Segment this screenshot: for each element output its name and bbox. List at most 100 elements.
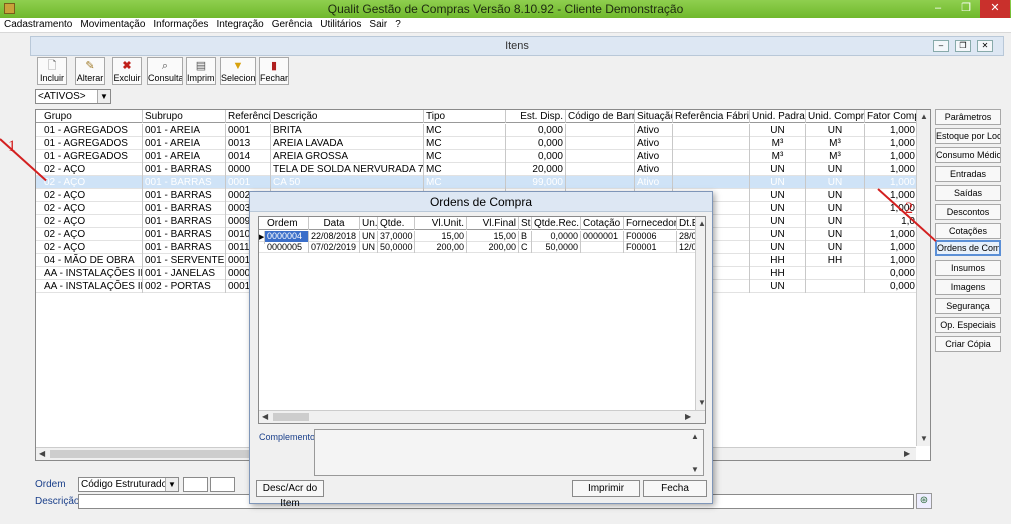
alterar-button[interactable]: ✎ Alterar — [75, 57, 105, 85]
status-filter-select[interactable]: <ATIVOS> ▼ — [35, 89, 111, 104]
menu-informacoes[interactable]: Informações — [149, 18, 212, 32]
col-ordem[interactable]: Ordem — [265, 217, 309, 230]
side-button-estoque-por-local[interactable]: Estoque por Local — [935, 128, 1001, 144]
menu-utilitarios[interactable]: Utilitários — [316, 18, 365, 32]
dialog-horizontal-scrollbar[interactable]: ◀ ▶ — [259, 410, 705, 423]
consultar-button[interactable]: ⌕Consultar — [147, 57, 183, 85]
ordem-select[interactable]: Código Estruturado ▼ — [78, 477, 179, 492]
seleciona-button[interactable]: ▼Seleciona — [220, 57, 256, 85]
col-unid-compra[interactable]: Unid. Compra — [806, 110, 865, 123]
close-button[interactable]: ✕ — [980, 0, 1010, 18]
inner-minimize-button[interactable]: – — [933, 40, 949, 52]
table-row[interactable]: 02 - AÇO 001 - BARRAS 0000 TELA DE SOLDA NE… — [36, 163, 918, 176]
col-st[interactable]: St. — [519, 217, 532, 230]
table-cell: 001 - BARRAS — [143, 241, 226, 254]
side-button-criar-copia[interactable]: Criar Cópia — [935, 336, 1001, 352]
table-cell: UN — [750, 215, 806, 228]
minimize-button[interactable]: – — [924, 0, 952, 18]
table-cell: M³ — [750, 150, 806, 163]
binoculars-icon[interactable]: ⊛ — [916, 493, 932, 509]
menu-movimentacao[interactable]: Movimentação — [76, 18, 149, 32]
col-grupo[interactable]: Grupo — [42, 110, 143, 123]
dialog-close-button[interactable]: Fecha — [643, 480, 707, 497]
menu-gerencia[interactable]: Gerência — [268, 18, 317, 32]
ordem-extra-field-2[interactable] — [210, 477, 235, 492]
table-cell: UN — [750, 124, 806, 137]
side-button-entradas[interactable]: Entradas — [935, 166, 1001, 182]
side-button-saidas[interactable]: Saídas — [935, 185, 1001, 201]
table-cell — [566, 163, 635, 176]
ordem-extra-field-1[interactable] — [183, 477, 208, 492]
inner-restore-button[interactable]: ❐ — [955, 40, 971, 52]
order-row[interactable]: 0000005 07/02/2019 UN 50,0000 200,00 200,00 C 5… — [259, 242, 699, 253]
table-cell: M³ — [750, 137, 806, 150]
menu-help[interactable]: ? — [391, 18, 405, 32]
col-fator-compra[interactable]: Fator Compra — [865, 110, 918, 123]
imprimir-button[interactable]: ▤Imprimir — [186, 57, 216, 85]
menu-integracao[interactable]: Integração — [212, 18, 267, 32]
table-cell — [673, 163, 750, 176]
scroll-thumb[interactable] — [50, 450, 250, 458]
col-qtde[interactable]: Qtde. — [378, 217, 415, 230]
excluir-button[interactable]: ✖ Excluir — [112, 57, 142, 85]
incluir-button[interactable]: 🗋 Incluir — [37, 57, 67, 85]
col-fornecedor[interactable]: Fornecedor — [624, 217, 677, 230]
table-cell: UN — [806, 176, 865, 189]
table-row[interactable]: 02 - AÇO 001 - BARRAS 0001 CA 50 MC 99,000 Ati… — [36, 176, 918, 189]
side-button-parametros[interactable]: Parâmetros — [935, 109, 1001, 125]
col-data[interactable]: Data — [309, 217, 360, 230]
side-button-op-especiais[interactable]: Op. Especiais — [935, 317, 1001, 333]
table-row[interactable]: 01 - AGREGADOS 001 - AREIA 0014 AREIA GROSS… — [36, 150, 918, 163]
order-row[interactable]: ▶ 0000004 22/08/2018 UN 37,0000 15,00 15,00 B 0,… — [259, 231, 699, 244]
side-button-insumos[interactable]: Insumos — [935, 260, 1001, 276]
table-cell — [566, 176, 635, 189]
table-cell: 99,000 — [506, 176, 566, 189]
dialog-vertical-scrollbar[interactable]: ▲ ▼ — [695, 217, 706, 410]
col-referencia[interactable]: Referência — [226, 110, 271, 123]
col-vl-final[interactable]: Vl.Final — [467, 217, 519, 230]
col-subgrupo[interactable]: Subrupo — [143, 110, 226, 123]
col-descricao[interactable]: Descrição — [271, 110, 424, 123]
scroll-up-icon: ▲ — [698, 219, 706, 228]
complemento-textarea[interactable]: ▲ ▼ — [314, 429, 704, 476]
side-button-consumo-medio[interactable]: Consumo Médio — [935, 147, 1001, 163]
side-button-descontos[interactable]: Descontos — [935, 204, 1001, 220]
table-cell: 002 - PORTAS — [143, 280, 226, 293]
side-button-ordens-de-compra[interactable]: Ordens de Compra — [935, 240, 1001, 256]
purchase-orders-grid[interactable]: Ordem Data Un. Qtde. Vl.Unit. Vl.Final S… — [258, 216, 706, 424]
col-codigo-barra[interactable]: Código de Barra — [566, 110, 635, 123]
col-cotacao[interactable]: Cotação — [581, 217, 624, 230]
table-cell: UN — [806, 163, 865, 176]
dialog-scroll-thumb[interactable] — [273, 413, 309, 421]
table-cell: 001 - BARRAS — [143, 189, 226, 202]
table-cell: 01 - AGREGADOS — [42, 124, 143, 137]
col-unid-padrao[interactable]: Unid. Padrao — [750, 110, 806, 123]
fechar-button[interactable]: ▮ Fechar — [259, 57, 289, 85]
table-row[interactable]: 01 - AGREGADOS 001 - AREIA 0001 BRITA MC 0,00… — [36, 124, 918, 137]
side-button-imagens[interactable]: Imagens — [935, 279, 1001, 295]
table-cell: 1,000 — [865, 150, 918, 163]
grid-vertical-scrollbar[interactable]: ▲ ▼ — [916, 110, 930, 446]
dialog-print-button[interactable]: Imprimir — [572, 480, 640, 497]
inner-close-button[interactable]: ✕ — [977, 40, 993, 52]
table-row[interactable]: 01 - AGREGADOS 001 - AREIA 0013 AREIA LAVAD… — [36, 137, 918, 150]
col-situacao[interactable]: Situação — [635, 110, 673, 123]
col-tipo[interactable]: Tipo — [424, 110, 506, 123]
order-cell: B — [519, 231, 532, 242]
table-cell: 1,000 — [865, 163, 918, 176]
table-cell: HH — [750, 254, 806, 267]
scroll-right-icon: ▶ — [685, 412, 692, 421]
desc-acr-item-button[interactable]: Desc/Acr do Item — [256, 480, 324, 509]
col-vl-unit[interactable]: Vl.Unit. — [415, 217, 467, 230]
side-button-seguranca[interactable]: Segurança — [935, 298, 1001, 314]
col-est-disp[interactable]: Est. Disp. — [506, 110, 566, 123]
col-qtde-rec[interactable]: Qtde.Rec. — [532, 217, 581, 230]
side-button-cotacoes[interactable]: Cotações — [935, 223, 1001, 239]
menu-cadastramento[interactable]: Cadastramento — [0, 18, 76, 32]
col-ref-fabrica[interactable]: Referência Fábrica — [673, 110, 750, 123]
table-cell: Ativo — [635, 163, 673, 176]
order-cell: 37,0000 — [378, 231, 415, 242]
col-un[interactable]: Un. — [360, 217, 378, 230]
menu-sair[interactable]: Sair — [365, 18, 391, 32]
restore-button[interactable]: ❐ — [952, 0, 980, 18]
